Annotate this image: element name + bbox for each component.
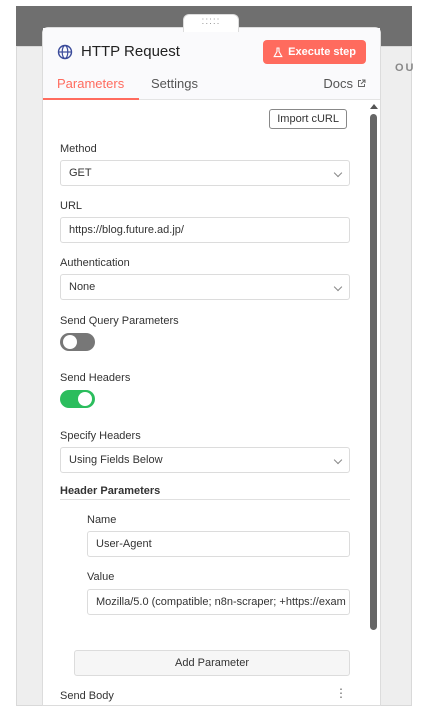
scroll-up-icon[interactable] bbox=[370, 104, 378, 109]
specify-headers-label: Specify Headers bbox=[60, 430, 141, 442]
panel-header: HTTP Request Execute step Parameters Set… bbox=[43, 28, 380, 100]
url-label: URL bbox=[60, 200, 83, 212]
tab-settings[interactable]: Settings bbox=[151, 76, 198, 91]
docs-label: Docs bbox=[323, 76, 353, 91]
authentication-label: Authentication bbox=[60, 257, 130, 269]
chevron-down-icon bbox=[333, 168, 343, 178]
header-parameters-label: Header Parameters bbox=[60, 485, 161, 497]
url-input[interactable]: https://blog.future.ad.jp/ bbox=[60, 217, 350, 243]
scrollbar[interactable] bbox=[368, 100, 380, 705]
execute-step-button[interactable]: Execute step bbox=[263, 40, 366, 64]
specify-headers-value: Using Fields Below bbox=[69, 454, 163, 466]
header-name-value: User-Agent bbox=[96, 538, 152, 550]
add-parameter-button[interactable]: Add Parameter bbox=[74, 650, 350, 676]
method-label: Method bbox=[60, 143, 97, 155]
specify-headers-select[interactable]: Using Fields Below bbox=[60, 447, 350, 473]
globe-icon bbox=[57, 44, 73, 59]
docs-link[interactable]: Docs bbox=[323, 76, 366, 91]
tab-parameters[interactable]: Parameters bbox=[57, 76, 124, 91]
header-value-label: Value bbox=[87, 571, 115, 583]
toggle-knob bbox=[78, 392, 92, 406]
panel-tabs: Parameters Settings Docs bbox=[43, 76, 380, 100]
execute-step-label: Execute step bbox=[288, 46, 356, 58]
method-select[interactable]: GET bbox=[60, 160, 350, 186]
send-body-label: Send Body bbox=[60, 690, 114, 702]
authentication-select[interactable]: None bbox=[60, 274, 350, 300]
panel-drag-handle[interactable]: ::::: bbox=[183, 14, 239, 32]
header-parameters-divider bbox=[60, 499, 350, 500]
header-name-input[interactable]: User-Agent bbox=[87, 531, 350, 557]
header-value-input[interactable]: Mozilla/5.0 (compatible; n8n-scraper; +h… bbox=[87, 589, 350, 615]
send-query-label: Send Query Parameters bbox=[60, 315, 179, 327]
send-headers-toggle[interactable] bbox=[60, 390, 95, 408]
panel-title-row: HTTP Request bbox=[57, 43, 180, 60]
external-link-icon bbox=[358, 79, 366, 87]
chevron-down-icon bbox=[333, 282, 343, 292]
output-label: OU bbox=[395, 62, 416, 74]
chevron-down-icon bbox=[333, 455, 343, 465]
header-name-label: Name bbox=[87, 514, 117, 526]
panel-title: HTTP Request bbox=[81, 43, 180, 60]
toggle-knob bbox=[63, 335, 77, 349]
send-headers-label: Send Headers bbox=[60, 372, 131, 384]
scroll-thumb[interactable] bbox=[370, 114, 377, 630]
send-query-toggle[interactable] bbox=[60, 333, 95, 351]
header-value-value: Mozilla/5.0 (compatible; n8n-scraper; +h… bbox=[96, 596, 346, 608]
url-value: https://blog.future.ad.jp/ bbox=[69, 224, 184, 236]
parameters-content: Import cURL Method GET URL https://blog.… bbox=[43, 100, 380, 705]
node-panel: HTTP Request Execute step Parameters Set… bbox=[42, 27, 381, 706]
more-options-icon[interactable]: ⋮ bbox=[335, 687, 347, 699]
authentication-value: None bbox=[69, 281, 96, 293]
method-value: GET bbox=[69, 167, 92, 179]
flask-icon bbox=[273, 46, 283, 57]
import-curl-button[interactable]: Import cURL bbox=[269, 109, 347, 129]
